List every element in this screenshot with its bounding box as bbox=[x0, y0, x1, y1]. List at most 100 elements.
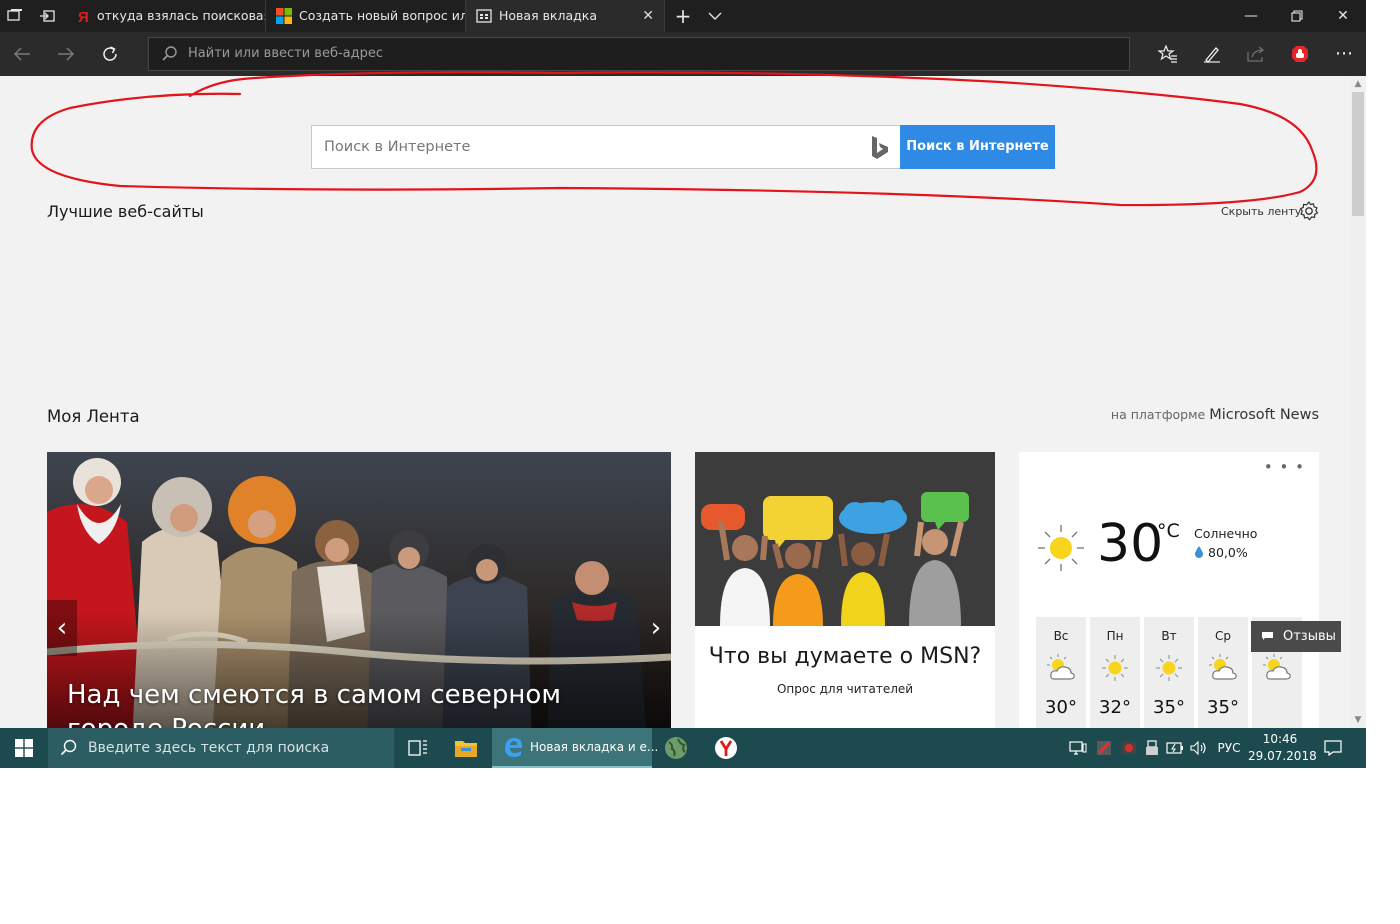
tab-create-question[interactable]: Создать новый вопрос или bbox=[266, 0, 466, 32]
carousel-prev-arrow-icon[interactable]: ‹ bbox=[47, 600, 77, 656]
forecast-temperature: 35° bbox=[1153, 697, 1185, 718]
forecast-day-name: Пн bbox=[1106, 629, 1124, 643]
new-tab-page: Поиск в Интернете Поиск в Интернете Лучш… bbox=[0, 76, 1350, 728]
hero-news-headline[interactable]: Над чем смеются в самом северном городе … bbox=[67, 678, 657, 728]
clock-date: 29.07.2018 bbox=[1248, 749, 1317, 763]
task-view-icon[interactable] bbox=[394, 728, 442, 768]
edge-icon bbox=[505, 738, 522, 757]
new-tab-plus-icon[interactable]: + bbox=[668, 0, 698, 32]
bing-icon bbox=[872, 136, 888, 159]
survey-subtitle: Опрос для читателей bbox=[776, 682, 914, 696]
sun-icon bbox=[1102, 655, 1128, 681]
tab-label: Новая вкладка bbox=[499, 8, 597, 23]
yandex-browser-icon[interactable] bbox=[702, 728, 750, 768]
share-icon[interactable] bbox=[1234, 32, 1278, 76]
temperature-unit: °C bbox=[1157, 520, 1180, 542]
usb-tray-icon[interactable] bbox=[1141, 728, 1163, 768]
forward-arrow-icon[interactable] bbox=[44, 32, 88, 76]
scrollbar-thumb[interactable] bbox=[1352, 92, 1364, 216]
weather-card[interactable]: • • • 30 °C Солнечно 80,0% Вс 30° Пн 32°… bbox=[1019, 452, 1319, 728]
search-icon bbox=[162, 46, 177, 61]
forecast-day[interactable]: Пн 32° bbox=[1090, 617, 1140, 728]
web-search-button[interactable]: Поиск в Интернете bbox=[900, 125, 1055, 169]
file-explorer-icon[interactable] bbox=[442, 728, 490, 768]
windows-icon bbox=[15, 739, 33, 757]
address-bar[interactable]: Найти или ввести веб-адрес bbox=[148, 37, 1130, 71]
humidity-drop-icon bbox=[1195, 546, 1203, 558]
hide-feed-link[interactable]: Скрыть ленту bbox=[1221, 205, 1301, 218]
start-button[interactable] bbox=[0, 728, 48, 768]
chevron-down-icon[interactable] bbox=[700, 0, 730, 32]
clock[interactable]: 10:46 29.07.2018 bbox=[1248, 731, 1317, 765]
input-language[interactable]: РУС bbox=[1212, 728, 1246, 768]
refresh-icon[interactable] bbox=[88, 32, 132, 76]
search-icon bbox=[60, 739, 77, 756]
title-bar: Я откуда взялась поисковая Создать новый… bbox=[0, 0, 1366, 32]
back-arrow-icon[interactable] bbox=[0, 32, 44, 76]
carousel-next-arrow-icon[interactable]: › bbox=[641, 600, 671, 656]
more-options-icon[interactable]: ⋯ bbox=[1322, 32, 1366, 76]
record-tray-icon[interactable] bbox=[1117, 728, 1141, 768]
weather-more-options-icon[interactable]: • • • bbox=[1264, 458, 1305, 476]
microsoft-icon bbox=[276, 8, 292, 24]
forecast-temperature: 32° bbox=[1099, 697, 1131, 718]
sun-icon bbox=[1156, 655, 1182, 681]
search-placeholder: Поиск в Интернете bbox=[324, 139, 471, 155]
globe-app-icon[interactable] bbox=[652, 728, 700, 768]
set-aside-tabs-icon[interactable] bbox=[32, 0, 62, 32]
favorites-icon[interactable] bbox=[1146, 32, 1190, 76]
scroll-down-icon[interactable]: ▼ bbox=[1350, 712, 1366, 728]
close-window-icon[interactable]: ✕ bbox=[1320, 0, 1366, 32]
tab-preview-icon[interactable] bbox=[0, 0, 30, 32]
yandex-icon: Я bbox=[78, 9, 89, 24]
adblock-icon[interactable] bbox=[1278, 32, 1322, 76]
humidity-value: 80,0% bbox=[1208, 545, 1248, 560]
edge-window-label: Новая вкладка и е... bbox=[530, 740, 659, 754]
web-search-input[interactable]: Поиск в Интернете bbox=[311, 125, 901, 169]
minimize-icon[interactable]: — bbox=[1228, 0, 1274, 32]
forecast-day-name: Ср bbox=[1215, 629, 1231, 643]
restore-icon[interactable] bbox=[1274, 0, 1320, 32]
top-sites-title: Лучшие веб-сайты bbox=[47, 202, 204, 221]
scroll-up-icon[interactable]: ▲ bbox=[1350, 76, 1366, 92]
pen-icon[interactable] bbox=[1190, 32, 1234, 76]
gear-icon[interactable] bbox=[1298, 200, 1320, 222]
forecast-temperature: 30° bbox=[1045, 697, 1077, 718]
security-tray-icon[interactable] bbox=[1092, 728, 1116, 768]
battery-icon[interactable] bbox=[1163, 728, 1187, 768]
hero-news-card[interactable]: ‹ › Над чем смеются в самом северном гор… bbox=[47, 452, 671, 728]
taskbar-edge-button[interactable]: Новая вкладка и е... bbox=[492, 728, 658, 768]
svg-text:Я: Я bbox=[78, 9, 89, 24]
survey-question: Что вы думаете о MSN? bbox=[708, 644, 982, 669]
platform-prefix: на платформе bbox=[1110, 407, 1206, 422]
feedback-button[interactable]: Отзывы bbox=[1251, 621, 1341, 652]
clock-time: 10:46 bbox=[1262, 732, 1298, 746]
current-temperature: 30 bbox=[1097, 514, 1164, 574]
tab-label: Создать новый вопрос или bbox=[299, 8, 466, 23]
forecast-day[interactable]: Вс 30° bbox=[1036, 617, 1086, 728]
msn-survey-card[interactable]: Что вы думаете о MSN? Опрос для читателе… bbox=[695, 452, 995, 728]
forecast-temperature: 35° bbox=[1207, 697, 1239, 718]
new-tab-icon bbox=[476, 9, 492, 23]
tab-yandex[interactable]: Я откуда взялась поисковая bbox=[64, 0, 266, 32]
action-center-icon[interactable] bbox=[1316, 728, 1350, 768]
taskbar-search-box[interactable]: Введите здесь текст для поиска bbox=[48, 728, 394, 768]
partly-cloudy-icon bbox=[1209, 654, 1237, 680]
tab-label: откуда взялась поисковая bbox=[97, 8, 266, 23]
page-scrollbar[interactable]: ▲ ▼ bbox=[1350, 76, 1366, 728]
taskbar-search-placeholder: Введите здесь текст для поиска bbox=[88, 740, 330, 756]
forecast-day[interactable]: Ср 35° bbox=[1198, 617, 1248, 728]
forecast-day-name: Вт bbox=[1161, 629, 1177, 643]
taskbar: Введите здесь текст для поиска Новая вкл… bbox=[0, 728, 1366, 768]
navigation-bar: Найти или ввести веб-адрес ⋯ bbox=[0, 32, 1366, 76]
volume-icon[interactable] bbox=[1187, 728, 1211, 768]
close-tab-icon[interactable]: ✕ bbox=[642, 0, 654, 32]
sun-icon bbox=[1038, 525, 1084, 571]
partly-cloudy-icon bbox=[1263, 654, 1291, 680]
platform-name: Microsoft News bbox=[1209, 407, 1319, 423]
tab-new-tab[interactable]: Новая вкладка ✕ bbox=[466, 0, 665, 32]
network-icon[interactable] bbox=[1066, 728, 1090, 768]
weather-condition: Солнечно bbox=[1194, 526, 1258, 541]
comment-icon bbox=[1262, 632, 1273, 640]
forecast-day[interactable]: Вт 35° bbox=[1144, 617, 1194, 728]
